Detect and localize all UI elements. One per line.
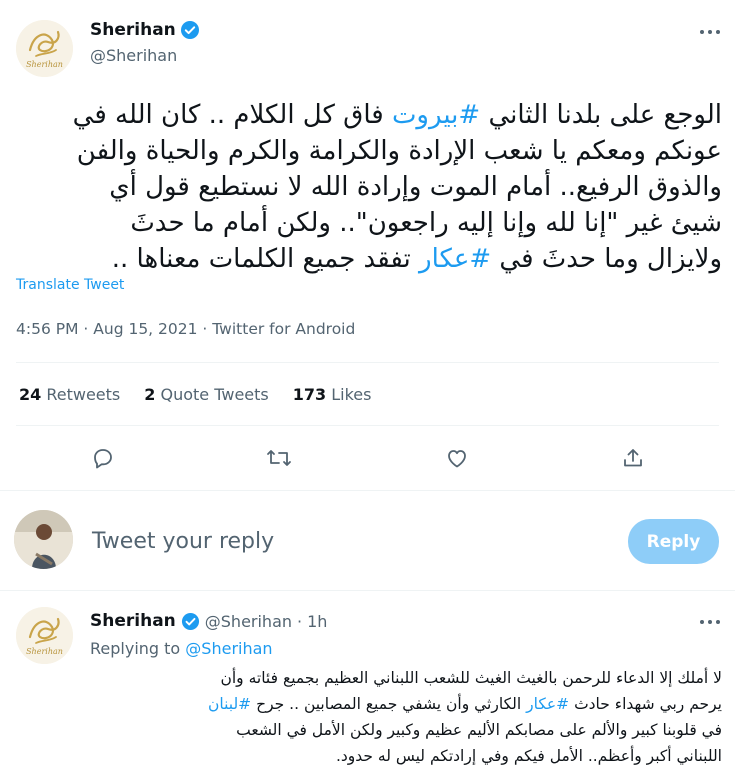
author-name[interactable]: Sherihan [90, 20, 176, 40]
reply-text: لا أملك إلا الدعاء للرحمن بالغيث الغيث ل… [207, 669, 722, 765]
reply-input[interactable]: Tweet your reply [92, 529, 274, 554]
tweet-source[interactable]: Twitter for Android [212, 320, 355, 338]
share-icon[interactable] [618, 443, 648, 473]
author-avatar[interactable]: Sherihan [16, 20, 73, 77]
reply-button[interactable]: Reply [628, 519, 719, 564]
reply-author-avatar[interactable]: Sherihan [16, 607, 73, 664]
tweet-line-4: شيئ غير "إنا لله وإنا إليه راجعون".. ولك… [130, 208, 722, 238]
quote-tweets-stat[interactable]: 2 Quote Tweets [144, 385, 268, 404]
tweet-time[interactable]: 4:56 PM [16, 320, 78, 338]
verified-badge-icon [181, 612, 200, 631]
reply-more-options-icon[interactable] [692, 610, 728, 634]
sherihan-logo-icon: Sherihan [16, 607, 73, 664]
hashtag-lebanon[interactable]: #لبنان [208, 695, 251, 713]
retweets-stat[interactable]: 24 Retweets [19, 385, 120, 404]
replying-to-handle[interactable]: @Sherihan [185, 639, 272, 658]
tweet-line-3: والذوق الرفيع.. أمام الموت وإرادة الله ل… [109, 172, 722, 202]
retweet-icon[interactable] [264, 443, 294, 473]
tweet-line-1: الوجع على بلدنا الثاني #بيروت فاق كل الك… [72, 100, 722, 130]
reply-author-name[interactable]: Sherihan [90, 611, 176, 631]
verified-badge-icon [180, 20, 200, 40]
hashtag-beirut[interactable]: #بيروت [392, 100, 480, 130]
likes-stat[interactable]: 173 Likes [293, 385, 372, 404]
hashtag-akkar[interactable]: #عكار [526, 695, 569, 713]
user-photo-icon [14, 510, 73, 569]
reply-time[interactable]: 1h [307, 612, 327, 631]
more-options-icon[interactable] [692, 20, 728, 44]
translate-tweet-link[interactable]: Translate Tweet [16, 277, 124, 293]
like-icon[interactable] [442, 443, 472, 473]
comment-icon[interactable] [88, 443, 118, 473]
divider [0, 490, 735, 491]
divider [16, 425, 719, 426]
replying-to: Replying to @Sherihan [90, 639, 273, 658]
tweet-meta: 4:56 PM · Aug 15, 2021 · Twitter for And… [16, 320, 356, 338]
avatar-signature: Sherihan [26, 647, 63, 656]
sherihan-logo-icon: Sherihan [16, 20, 73, 77]
author-handle[interactable]: @Sherihan [90, 46, 177, 65]
reply-author-handle[interactable]: @Sherihan [205, 612, 292, 631]
tweet-text: الوجع على بلدنا الثاني #بيروت فاق كل الك… [14, 97, 722, 277]
divider [0, 590, 735, 591]
avatar-signature: Sherihan [26, 60, 63, 69]
tweet-line-2: عونكم ومعكم يا شعب الإرادة والكرامة والك… [76, 136, 722, 166]
tweet-line-5: ولايزال وما حدثَ في #عكار تفقد جميع الكل… [111, 244, 722, 274]
user-avatar[interactable] [14, 510, 73, 569]
tweet-date[interactable]: Aug 15, 2021 [93, 320, 197, 338]
divider [16, 362, 719, 363]
hashtag-akkar[interactable]: #عكار [419, 244, 491, 274]
